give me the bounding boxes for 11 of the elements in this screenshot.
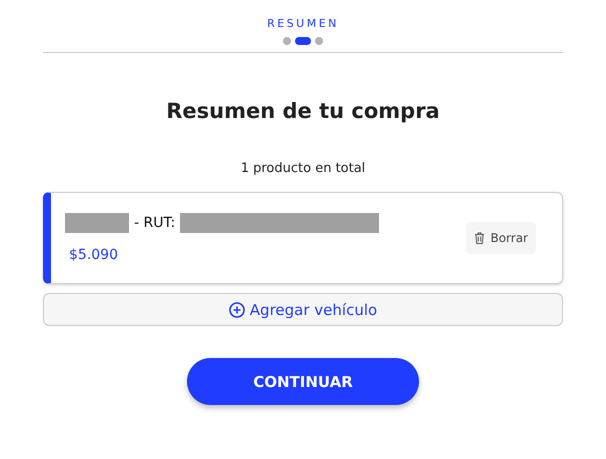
delete-button[interactable]: Borrar [466,222,536,254]
continue-button[interactable]: CONTINUAR [187,358,419,405]
page-title: Resumen de tu compra [166,99,440,123]
rut-label: - RUT: [134,215,176,231]
product-count: 1 producto en total [240,161,366,176]
add-vehicle-button[interactable]: Agregar vehículo [43,293,563,326]
step-label: RESUMEN [267,17,339,30]
plus-circle-icon [228,302,245,318]
trash-icon [474,232,486,244]
product-price: $5.090 [69,247,119,263]
redacted-block [65,213,129,233]
